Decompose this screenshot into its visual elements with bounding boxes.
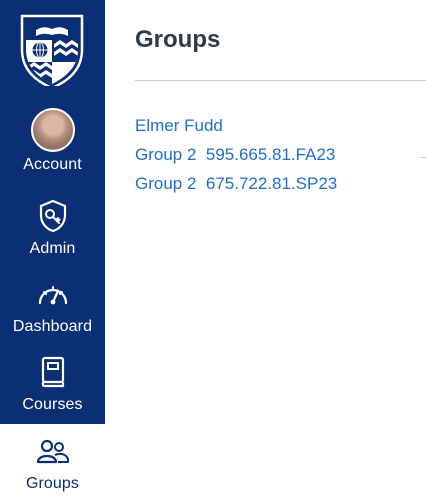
nav-item-label: Groups <box>25 475 80 492</box>
shield-key-icon <box>29 196 77 236</box>
avatar <box>30 108 75 152</box>
book-icon <box>29 352 77 392</box>
main-content: Groups Elmer Fudd Group 2 595.665.81.FA2… <box>105 0 426 500</box>
group-link-595-665[interactable]: Group 2 595.665.81.FA23 <box>135 140 337 169</box>
nav-item-label: Courses <box>22 396 83 413</box>
nav-item-label: Admin <box>29 240 76 257</box>
global-nav-sidebar: Account Admin Dashboard Courses Groups <box>0 0 105 500</box>
nav-item-groups[interactable]: Groups <box>0 424 105 500</box>
nav-item-label: Account <box>23 156 82 173</box>
university-logo[interactable] <box>20 10 84 90</box>
nav-item-label: Dashboard <box>12 318 93 335</box>
group-list: Elmer Fudd Group 2 595.665.81.FA23 Group… <box>135 111 337 198</box>
nav-item-admin[interactable]: Admin <box>0 190 105 264</box>
nav-item-courses[interactable]: Courses <box>0 346 105 420</box>
users-icon <box>29 431 77 471</box>
speedometer-icon <box>29 274 77 314</box>
group-link-elmer-fudd[interactable]: Elmer Fudd <box>135 111 337 140</box>
nav-item-dashboard[interactable]: Dashboard <box>0 268 105 342</box>
group-link-675-722[interactable]: Group 2 675.722.81.SP23 <box>135 169 337 198</box>
nav-item-account[interactable]: Account <box>0 98 105 184</box>
divider-mark <box>420 157 426 158</box>
divider <box>135 80 426 81</box>
page-title: Groups <box>135 26 221 53</box>
